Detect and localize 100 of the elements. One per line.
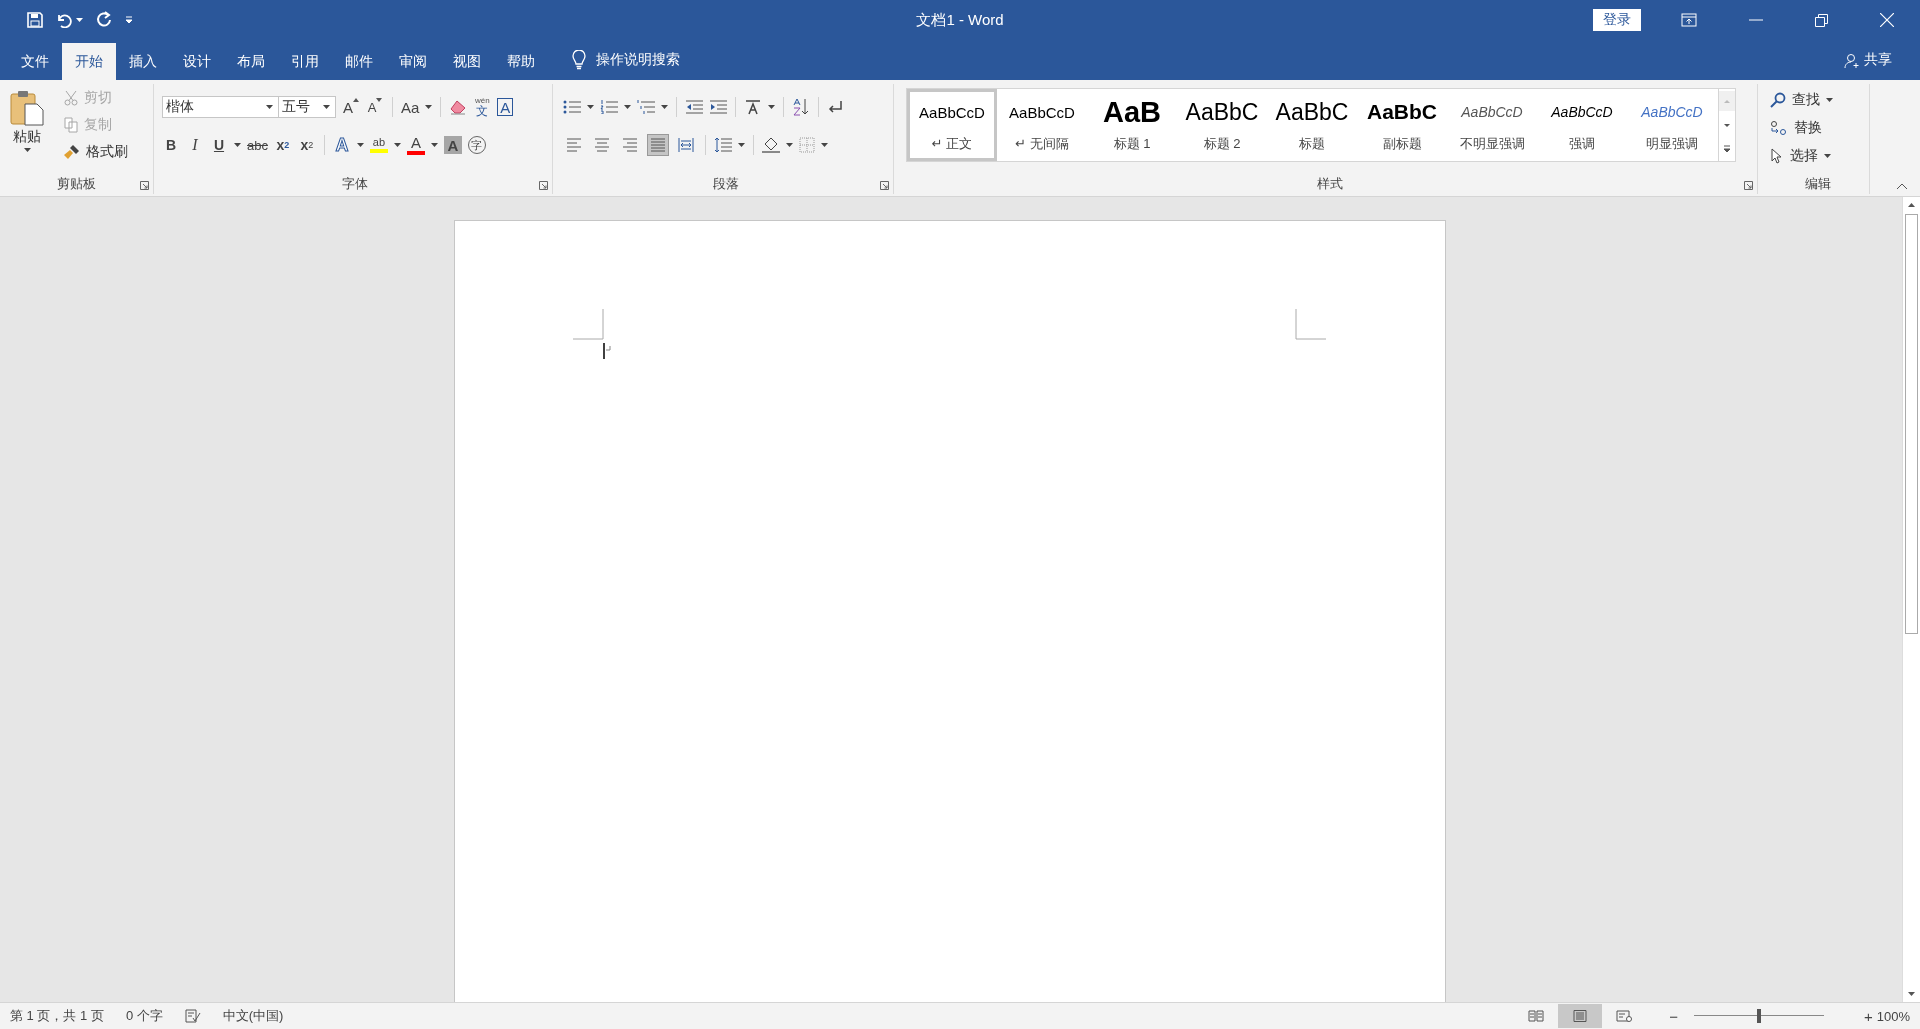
caret-icon[interactable]: [768, 105, 775, 109]
ribbon-tab[interactable]: 开始: [62, 43, 116, 80]
caret-icon[interactable]: [661, 105, 668, 109]
eraser-icon[interactable]: [449, 99, 468, 115]
person-add-icon[interactable]: [1844, 53, 1860, 69]
word-count[interactable]: 0 个字: [125, 1007, 163, 1025]
clipboard-command[interactable]: 格式刷: [64, 140, 128, 164]
ribbon-tab[interactable]: 引用: [278, 43, 332, 80]
caret-icon[interactable]: [393, 143, 401, 147]
page-count[interactable]: 第 1 页，共 1 页: [10, 1007, 104, 1025]
caret-icon[interactable]: [425, 105, 433, 109]
zoom-level[interactable]: 100%: [1876, 1008, 1910, 1024]
view-icon: [1528, 1010, 1545, 1022]
style-name: 不明显强调: [1459, 135, 1525, 153]
proofing-icon[interactable]: [184, 1009, 201, 1023]
caret-icon[interactable]: [234, 143, 241, 147]
dialog-launcher-icon[interactable]: [1744, 181, 1753, 190]
multilevel-list-icon[interactable]: [637, 100, 655, 114]
ribbon-display-icon[interactable]: [1681, 13, 1697, 27]
zoom-out-button[interactable]: −: [1669, 1007, 1678, 1025]
highlight-button[interactable]: ab: [369, 133, 388, 157]
style-item[interactable]: AaBbC 副标题: [1357, 89, 1447, 161]
font-name-field[interactable]: 楷体: [162, 96, 279, 118]
zoom-in-button[interactable]: +: [1864, 1007, 1873, 1025]
phonetic-guide-button[interactable]: wén 文: [473, 95, 492, 119]
ribbon-tab[interactable]: 审阅: [386, 43, 440, 80]
shrink-font-button[interactable]: A: [366, 95, 384, 119]
scroll-thumb[interactable]: [1905, 214, 1918, 634]
style-item[interactable]: AaBbC 标题 2: [1177, 89, 1267, 161]
dialog-launcher-icon[interactable]: [140, 181, 149, 190]
close-icon[interactable]: [1880, 13, 1894, 27]
restore-icon[interactable]: [1815, 13, 1828, 27]
paint-bucket-icon[interactable]: [762, 137, 780, 153]
dialog-launcher-icon[interactable]: [539, 181, 548, 190]
slider-thumb[interactable]: [1757, 1009, 1761, 1023]
superscript-button[interactable]: x$^{2}$: [297, 133, 316, 157]
caret-icon[interactable]: [821, 143, 828, 147]
ribbon-tab[interactable]: 设计: [170, 43, 224, 80]
style-item[interactable]: AaBbCcD 明显强调: [1627, 89, 1717, 161]
caret-icon[interactable]: [738, 143, 745, 147]
style-item[interactable]: AaB 标题 1: [1087, 89, 1177, 161]
font-size-field[interactable]: 五号: [278, 96, 336, 118]
tell-me-search[interactable]: 操作说明搜索: [596, 51, 680, 69]
ribbon-tab[interactable]: 邮件: [332, 43, 386, 80]
sort-icon[interactable]: [792, 98, 810, 116]
language-status[interactable]: 中文(中国): [222, 1007, 284, 1025]
asian-layout-icon[interactable]: [744, 99, 762, 115]
caret-icon[interactable]: [624, 105, 631, 109]
dialog-launcher-icon[interactable]: [880, 181, 889, 190]
underline-button[interactable]: U: [210, 133, 228, 157]
bold-button[interactable]: B: [162, 133, 180, 157]
line-spacing-icon[interactable]: [714, 137, 732, 153]
find-button[interactable]: 查找: [1770, 88, 1865, 112]
bullets-icon[interactable]: [563, 100, 581, 114]
style-item[interactable]: AaBbCcD ↵ 正文: [907, 89, 997, 161]
caret-icon[interactable]: [323, 105, 330, 109]
style-item[interactable]: AaBbCcD 强调: [1537, 89, 1627, 161]
replace-button[interactable]: 替换: [1770, 116, 1865, 140]
ribbon-tab[interactable]: 帮助: [494, 43, 548, 80]
customize-icon[interactable]: [125, 16, 133, 24]
ribbon-tab[interactable]: 插入: [116, 43, 170, 80]
font-color-button[interactable]: A: [406, 133, 425, 157]
grow-font-button[interactable]: A: [342, 95, 360, 119]
character-shading-button[interactable]: A: [443, 136, 462, 154]
caret-icon[interactable]: [266, 105, 273, 109]
view-button[interactable]: [1558, 1004, 1603, 1028]
strikethrough-button[interactable]: abc: [247, 133, 268, 157]
caret-icon[interactable]: [76, 18, 83, 22]
caret-icon[interactable]: [786, 143, 793, 147]
login-button[interactable]: 登录: [1593, 9, 1641, 31]
style-name: 强调: [1569, 135, 1595, 153]
caret-icon[interactable]: [23, 148, 31, 152]
paste-button[interactable]: 粘贴: [4, 84, 50, 174]
redo-icon[interactable]: [95, 11, 113, 29]
show-marks-icon[interactable]: [827, 100, 843, 114]
collapse-ribbon-icon[interactable]: [1896, 183, 1908, 190]
ribbon-tab[interactable]: 布局: [224, 43, 278, 80]
caret-icon[interactable]: [430, 143, 438, 147]
style-item[interactable]: AaBbCcD ↵ 无间隔: [997, 89, 1087, 161]
group-label: 样式: [1316, 175, 1343, 193]
lightbulb-icon[interactable]: [572, 50, 586, 70]
decrease-indent-icon[interactable]: [685, 100, 703, 114]
undo-icon[interactable]: [55, 12, 73, 28]
share-link[interactable]: 共享: [1864, 51, 1892, 69]
change-case-button[interactable]: Aa: [401, 95, 420, 119]
style-item[interactable]: AaBbCcD 不明显强调: [1447, 89, 1537, 161]
save-icon[interactable]: [27, 12, 43, 28]
character-border-button[interactable]: A: [497, 98, 514, 116]
caret-icon[interactable]: [356, 143, 364, 147]
zoom-slider[interactable]: [1694, 1009, 1824, 1023]
italic-button[interactable]: I: [186, 133, 204, 157]
increase-indent-icon[interactable]: [709, 100, 727, 114]
select-button[interactable]: 选择: [1770, 144, 1865, 168]
caret-icon[interactable]: [587, 105, 594, 109]
ribbon-tab[interactable]: 文件: [8, 43, 62, 80]
vertical-scrollbar[interactable]: [1902, 197, 1920, 1002]
caret-icon[interactable]: [1824, 154, 1831, 158]
style-item[interactable]: AaBbC 标题: [1267, 89, 1357, 161]
caret-icon[interactable]: [1826, 98, 1833, 102]
ribbon-tab[interactable]: 视图: [440, 43, 494, 80]
